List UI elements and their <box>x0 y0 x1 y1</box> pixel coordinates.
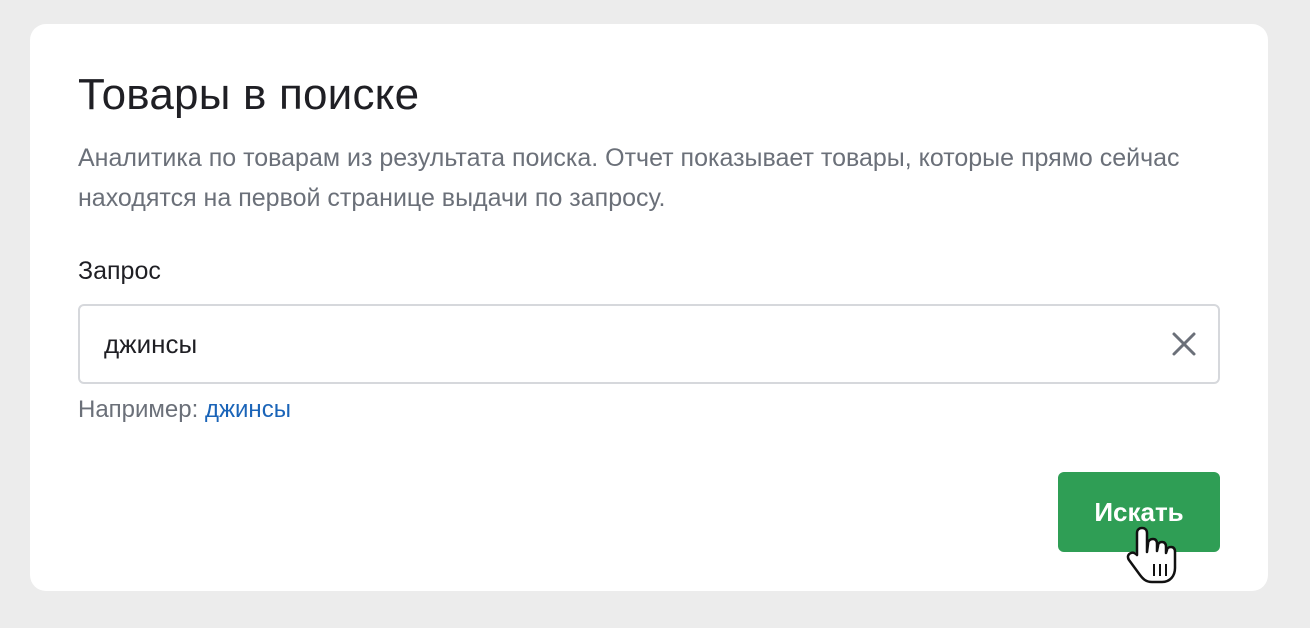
search-card: Товары в поиске Аналитика по товарам из … <box>30 24 1268 591</box>
search-button[interactable]: Искать <box>1058 472 1220 552</box>
query-field <box>78 304 1220 384</box>
page-title: Товары в поиске <box>78 70 420 119</box>
query-input[interactable] <box>80 306 1218 382</box>
close-icon[interactable] <box>1168 328 1200 360</box>
hint-example-link[interactable]: джинсы <box>205 396 291 423</box>
query-label: Запрос <box>78 257 161 285</box>
page-description: Аналитика по товарам из результата поиск… <box>78 144 1180 212</box>
hint-prefix: Например: <box>78 396 199 423</box>
query-hint: Например: джинсы <box>78 396 291 424</box>
